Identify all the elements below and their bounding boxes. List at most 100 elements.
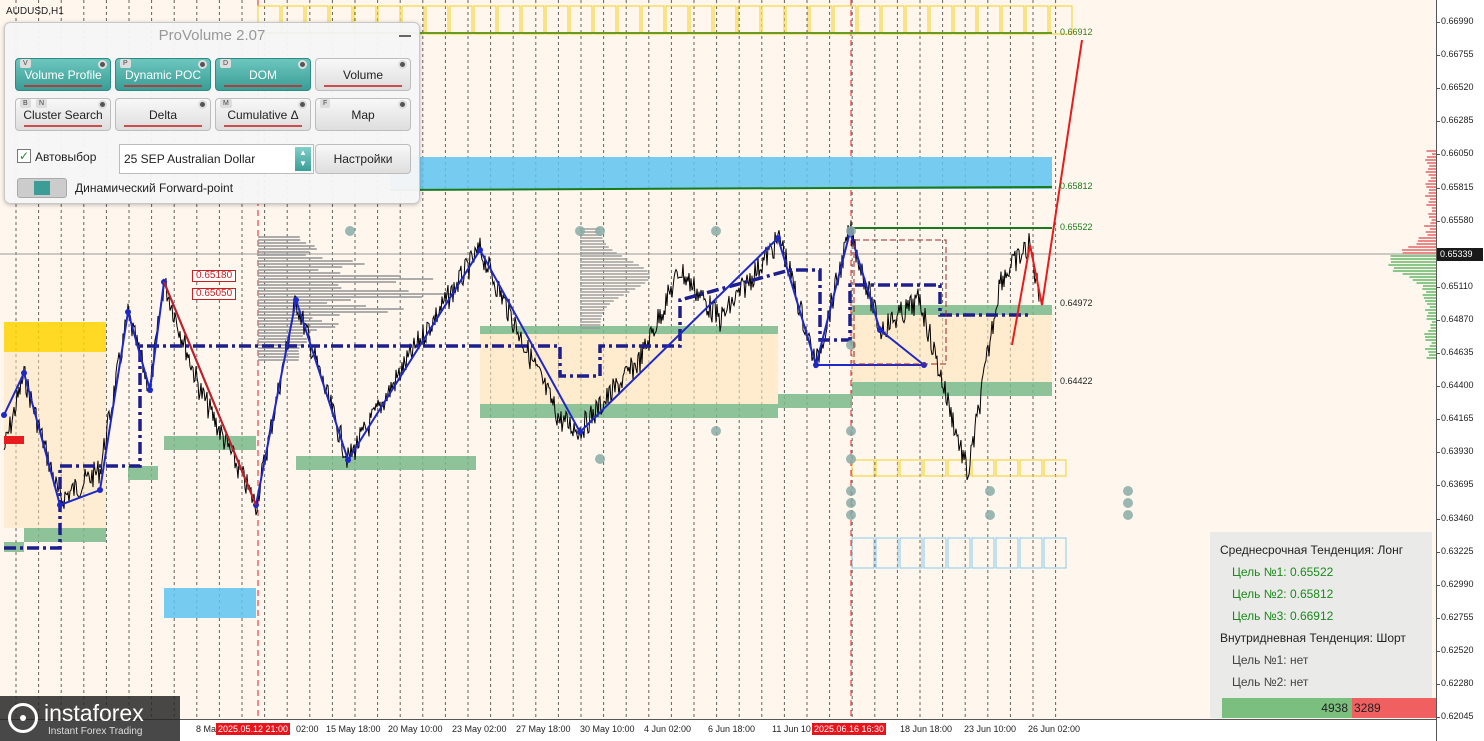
hotkey-badge-2: N — [36, 99, 47, 108]
gear-icon[interactable] — [398, 60, 407, 69]
profile-cell — [1002, 6, 1024, 34]
dom-bar — [1424, 333, 1436, 335]
time-tick: 8 Ma — [196, 724, 216, 734]
gear-icon[interactable] — [298, 100, 307, 109]
time-tick: 20 May 10:00 — [388, 724, 443, 734]
price-tick: 0.62990 — [1441, 579, 1474, 589]
time-tick: 6 Jun 18:00 — [708, 724, 755, 734]
profile-bar — [258, 239, 300, 241]
dom-button[interactable]: D DOM — [215, 58, 311, 91]
price-tick: 0.64635 — [1441, 347, 1474, 357]
value-area — [852, 315, 1052, 382]
gear-icon[interactable] — [98, 60, 107, 69]
marker-circle — [846, 454, 856, 464]
volume-zone — [296, 456, 476, 470]
profile-bar — [580, 276, 650, 278]
profile-bar — [580, 294, 624, 296]
profile-cell — [786, 6, 808, 34]
hotkey-badge: P — [120, 59, 131, 68]
price-tick: 0.62280 — [1441, 678, 1474, 688]
dom-bar — [1426, 150, 1436, 152]
profile-bar — [258, 263, 365, 265]
target-1-text: Цель №1: 0.65522 — [1232, 565, 1333, 579]
profile-cell — [876, 538, 898, 568]
time-axis[interactable]: 2025.05.12 21:00 02:00 2025.06.16 16:30 … — [0, 719, 1436, 741]
hotkey-badge: F — [320, 99, 330, 108]
profile-bar — [580, 243, 606, 245]
button-label: Map — [351, 108, 374, 122]
dom-bar — [1423, 294, 1436, 296]
spinner-arrows-icon[interactable]: ▲ ▼ — [295, 147, 311, 171]
forward-point-toggle[interactable] — [17, 178, 67, 198]
time-tick: 11 Jun 10 — [772, 724, 811, 734]
button-label: Volume — [343, 68, 383, 82]
price-axis[interactable]: 0.66990 0.66755 0.66520 0.66285 0.66050 0.658… — [1436, 0, 1484, 741]
price-tick: 0.66050 — [1441, 148, 1474, 158]
marker-circle — [1123, 498, 1133, 508]
price-tick: 0.66755 — [1441, 49, 1474, 59]
price-tick: 0.63460 — [1441, 513, 1474, 523]
settings-button[interactable]: Настройки — [315, 144, 411, 174]
price-tick: 0.65580 — [1441, 215, 1474, 225]
profile-bar — [258, 260, 353, 262]
auto-select-checkbox[interactable]: ✓ — [17, 149, 31, 163]
instrument-select[interactable]: 25 SEP Australian Dollar ▲ ▼ — [119, 144, 314, 174]
marker-circle — [846, 486, 856, 496]
volume-zone — [480, 404, 778, 418]
gear-icon[interactable] — [198, 60, 207, 69]
profile-bar — [580, 264, 639, 266]
price-tick: 0.63225 — [1441, 546, 1474, 556]
map-button[interactable]: F Map — [315, 98, 411, 131]
profile-cell — [522, 6, 544, 34]
profile-bar — [258, 284, 338, 286]
marker-circle — [846, 498, 856, 508]
profile-cell — [972, 538, 994, 568]
profile-cell — [450, 6, 472, 34]
indicator-strip — [24, 124, 102, 127]
dom-bar — [1394, 267, 1436, 269]
profile-bar — [580, 249, 612, 251]
gear-icon[interactable] — [198, 100, 207, 109]
trend-info-panel: Среднесрочная Тенденция: Лонг Цель №1: 0… — [1210, 532, 1432, 718]
marker-circle — [846, 426, 856, 436]
dom-bar — [1425, 183, 1436, 185]
volume-button[interactable]: Volume — [315, 58, 411, 91]
dom-bar — [1403, 273, 1436, 275]
profile-cell — [1044, 460, 1066, 476]
gear-icon[interactable] — [98, 100, 107, 109]
time-crosshair-label-2: 2025.06.16 16:30 — [812, 723, 886, 735]
gear-icon[interactable] — [298, 60, 307, 69]
profile-cell — [666, 6, 688, 34]
button-label: Настройки — [334, 152, 393, 166]
profile-cell — [930, 6, 952, 34]
button-label: Dynamic POC — [125, 68, 201, 82]
marker-circle — [985, 486, 995, 496]
minimize-icon[interactable] — [399, 35, 411, 37]
hotkey-badge: V — [20, 59, 31, 68]
profile-bar — [580, 273, 650, 275]
marker-circle — [575, 226, 585, 236]
indicator-strip — [124, 124, 202, 127]
target-2-text: Цель №2: 0.65812 — [1232, 587, 1333, 601]
profile-bar — [580, 288, 635, 290]
dynamic-poc-button[interactable]: P Dynamic POC — [115, 58, 211, 91]
dom-bar — [1428, 330, 1436, 332]
dom-bar — [1426, 204, 1436, 206]
delta-button[interactable]: Delta — [115, 98, 211, 131]
trend-segment — [164, 282, 256, 505]
cluster-search-button[interactable]: B N Cluster Search — [15, 98, 111, 131]
price-tick: 0.63695 — [1441, 479, 1474, 489]
profile-bar — [258, 269, 318, 271]
volume-profile-button[interactable]: V Volume Profile — [15, 58, 111, 91]
gear-icon[interactable] — [398, 100, 407, 109]
zigzag-point — [345, 457, 351, 463]
cumulative-delta-button[interactable]: M Cumulative Δ — [215, 98, 311, 131]
chart-area[interactable]: AUDUSD,H1 0.66912 0.65812 0.65522 0.6497… — [0, 0, 1484, 741]
profile-cell — [900, 460, 922, 476]
volume-zone — [778, 394, 852, 408]
button-label: DOM — [249, 68, 277, 82]
profile-bar — [258, 323, 339, 325]
dom-bar — [1424, 225, 1436, 227]
profile-bar — [258, 245, 315, 247]
dom-bar — [1403, 252, 1436, 254]
